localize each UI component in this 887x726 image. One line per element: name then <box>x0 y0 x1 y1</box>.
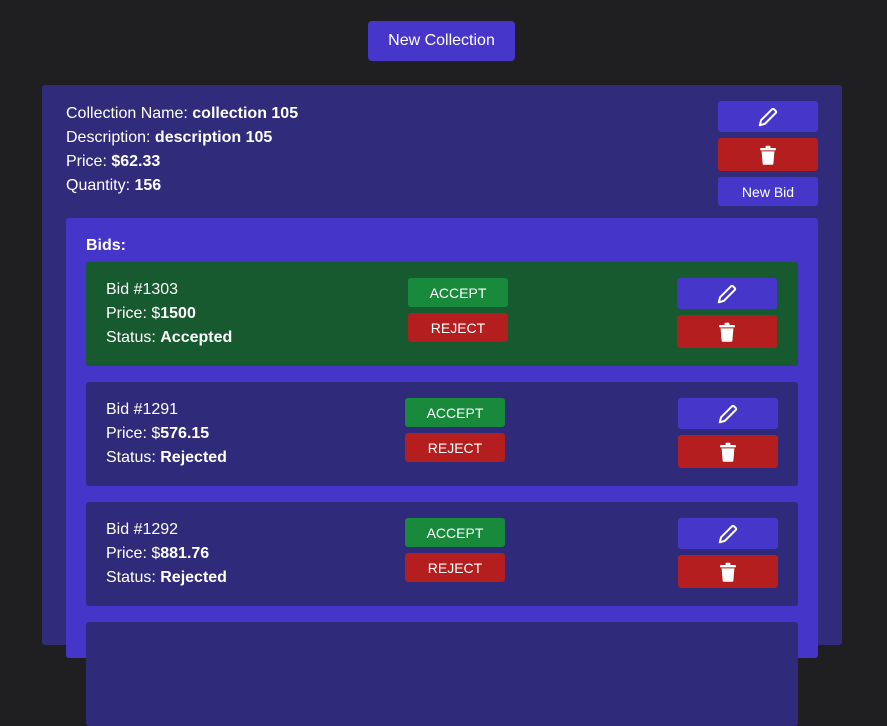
trash-icon <box>719 562 737 582</box>
bid-id: Bid #1292 <box>106 521 179 538</box>
bid-price-label: Price: $ <box>106 305 161 322</box>
bid-edit-actions <box>677 278 777 348</box>
bid-price-label: Price: $ <box>106 425 161 442</box>
collection-quantity-value: 156 <box>134 177 162 194</box>
bid-info: Bid #1303 Price: $1500 Status: Accepted <box>106 278 232 350</box>
bid-status-label: Status: <box>106 569 161 586</box>
bid-card: Bid #1291 Price: $576.15 Status: Rejecte… <box>86 382 798 486</box>
delete-collection-button[interactable] <box>718 138 818 171</box>
bid-card: Bid #1292 Price: $881.76 Status: Rejecte… <box>86 502 798 606</box>
bid-decision-actions: ACCEPT REJECT <box>405 398 505 462</box>
bid-status-row: Status: Rejected <box>106 446 227 470</box>
edit-collection-button[interactable] <box>718 101 818 132</box>
edit-bid-button[interactable] <box>678 398 778 429</box>
bid-status-value: Rejected <box>160 449 227 466</box>
trash-icon <box>718 322 736 342</box>
bid-id: Bid #1303 <box>106 281 179 298</box>
accept-bid-button[interactable]: ACCEPT <box>408 278 508 307</box>
collection-quantity-label: Quantity: <box>66 177 135 194</box>
edit-bid-button[interactable] <box>678 518 778 549</box>
bid-info: Bid #1291 Price: $576.15 Status: Rejecte… <box>106 398 227 470</box>
bid-price-value: 881.76 <box>160 545 210 562</box>
collection-name-row: Collection Name: collection 105 <box>66 102 298 126</box>
delete-bid-button[interactable] <box>678 435 778 468</box>
collection-price-row: Price: $62.33 <box>66 150 298 174</box>
reject-bid-button[interactable]: REJECT <box>405 433 505 462</box>
trash-icon <box>719 442 737 462</box>
collection-price-label: Price: <box>66 153 112 170</box>
bids-title: Bids: <box>86 237 126 254</box>
bid-price-row: Price: $576.15 <box>106 422 227 446</box>
bid-edit-actions <box>678 398 778 468</box>
bid-info: Bid #1292 Price: $881.76 Status: Rejecte… <box>106 518 227 590</box>
bid-price-row: Price: $881.76 <box>106 542 227 566</box>
collection-actions: New Bid <box>718 101 818 206</box>
bid-status-row: Status: Rejected <box>106 566 227 590</box>
delete-bid-button[interactable] <box>678 555 778 588</box>
new-bid-button[interactable]: New Bid <box>718 177 818 206</box>
pencil-icon <box>717 403 739 425</box>
edit-bid-button[interactable] <box>677 278 777 309</box>
bids-panel: Bids: Bid #1303 Price: $1500 Status: Acc… <box>66 218 818 726</box>
collection-description-row: Description: description 105 <box>66 126 298 150</box>
bid-card <box>86 622 798 726</box>
bid-id: Bid #1291 <box>106 401 179 418</box>
bid-price-row: Price: $1500 <box>106 302 232 326</box>
bid-price-value: 576.15 <box>160 425 210 442</box>
pencil-icon <box>716 283 738 305</box>
collection-name-label: Collection Name: <box>66 105 193 122</box>
bid-status-label: Status: <box>106 329 161 346</box>
bid-status-value: Rejected <box>160 569 227 586</box>
collection-info: Collection Name: collection 105 Descript… <box>66 102 298 198</box>
delete-bid-button[interactable] <box>677 315 777 348</box>
collection-price-value: $62.33 <box>111 153 161 170</box>
bid-decision-actions: ACCEPT REJECT <box>408 278 508 342</box>
reject-bid-button[interactable]: REJECT <box>405 553 505 582</box>
pencil-icon <box>717 523 739 545</box>
bid-edit-actions <box>678 518 778 588</box>
collection-description-label: Description: <box>66 129 155 146</box>
collection-quantity-row: Quantity: 156 <box>66 174 298 198</box>
bid-status-label: Status: <box>106 449 161 466</box>
accept-bid-button[interactable]: ACCEPT <box>405 518 505 547</box>
new-collection-button[interactable]: New Collection <box>368 21 515 61</box>
accept-bid-button[interactable]: ACCEPT <box>405 398 505 427</box>
bid-price-value: 1500 <box>160 305 196 322</box>
collection-description-value: description 105 <box>154 129 273 146</box>
bid-status-value: Accepted <box>160 329 233 346</box>
reject-bid-button[interactable]: REJECT <box>408 313 508 342</box>
bid-decision-actions: ACCEPT REJECT <box>405 518 505 582</box>
bid-status-row: Status: Accepted <box>106 326 232 350</box>
pencil-icon <box>757 106 779 128</box>
bid-price-label: Price: $ <box>106 545 161 562</box>
trash-icon <box>759 145 777 165</box>
bid-card: Bid #1303 Price: $1500 Status: Accepted … <box>86 262 798 366</box>
collection-name-value: collection 105 <box>192 105 299 122</box>
collection-card: Collection Name: collection 105 Descript… <box>42 85 842 726</box>
